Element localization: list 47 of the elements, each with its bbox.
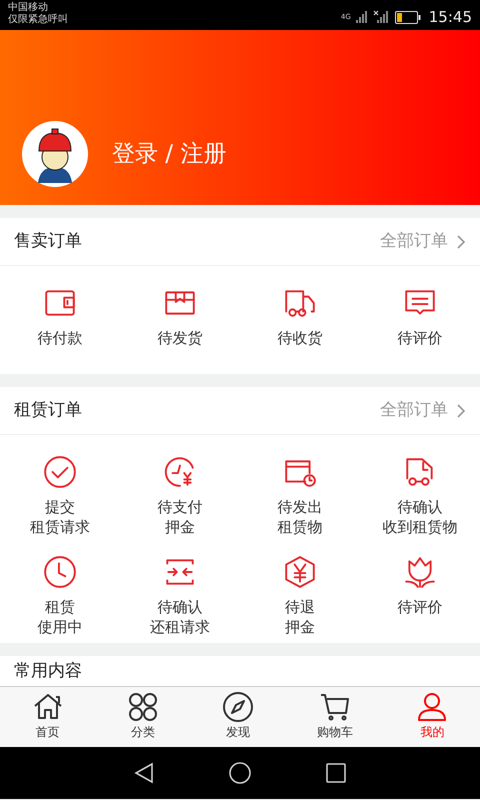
back-icon[interactable] [134,762,154,784]
order-status-label[interactable]: 待支付 [158,497,202,517]
hexagon-yen-icon[interactable] [283,555,317,589]
no-signal-icon [372,10,391,24]
order-status-label[interactable]: 待收货 [278,328,322,348]
order-status-label[interactable]: 待评价 [398,597,442,617]
order-status-label[interactable]: 使用中 [38,617,82,637]
tab-button[interactable]: 首页 [0,687,96,747]
order-status-label[interactable]: 还租请求 [150,617,210,637]
section-title: 售卖订单 [14,230,82,253]
tab-button[interactable]: 我的 [384,687,480,747]
section-title: 租赁订单 [14,398,82,422]
tab-button[interactable]: 购物车 [286,687,385,747]
order-status-label[interactable]: 待退 [285,597,315,617]
order-status-label[interactable]: 租赁请求 [30,517,90,537]
check-circle-icon[interactable] [43,455,77,489]
order-status-label[interactable]: 待评价 [398,328,442,348]
tab-button[interactable]: 分类 [95,687,190,747]
order-status-label[interactable]: 待确认 [398,497,442,517]
order-status-label[interactable]: 租赁 [45,597,75,617]
order-status-label[interactable]: 待发出 [278,497,322,517]
battery-icon [394,10,421,24]
four-circles-icon [126,691,159,723]
cart-icon [319,691,352,723]
recent-apps-icon[interactable] [326,763,346,783]
clock-time: 15:45 [428,7,472,28]
user-icon [416,691,448,723]
signal-icon [354,10,369,24]
order-status-label[interactable]: 待发货 [158,328,202,348]
compass-icon [222,691,254,723]
emergency-note: 仅限紧急呼叫 [8,14,68,26]
tulip-icon[interactable] [403,555,437,589]
section-title: 常用内容 [14,661,82,681]
carrier-name: 中国移动 [8,2,49,14]
order-status-label[interactable]: 租赁物 [278,517,322,537]
clock-icon[interactable] [43,555,77,589]
chevron-icon [456,402,466,418]
order-status-label[interactable]: 待确认 [158,597,202,617]
tab-button[interactable]: 发现 [190,687,286,747]
order-status-label[interactable]: 收到租赁物 [382,517,458,537]
avatar-icon [22,121,88,187]
order-status-label[interactable]: 提交 [45,497,75,517]
order-status-label[interactable]: 待付款 [38,328,82,348]
chevron-icon [456,234,466,250]
home-button-icon[interactable] [229,762,251,784]
order-status-label[interactable]: 押金 [285,617,315,637]
order-status-label[interactable]: 押金 [165,517,195,537]
